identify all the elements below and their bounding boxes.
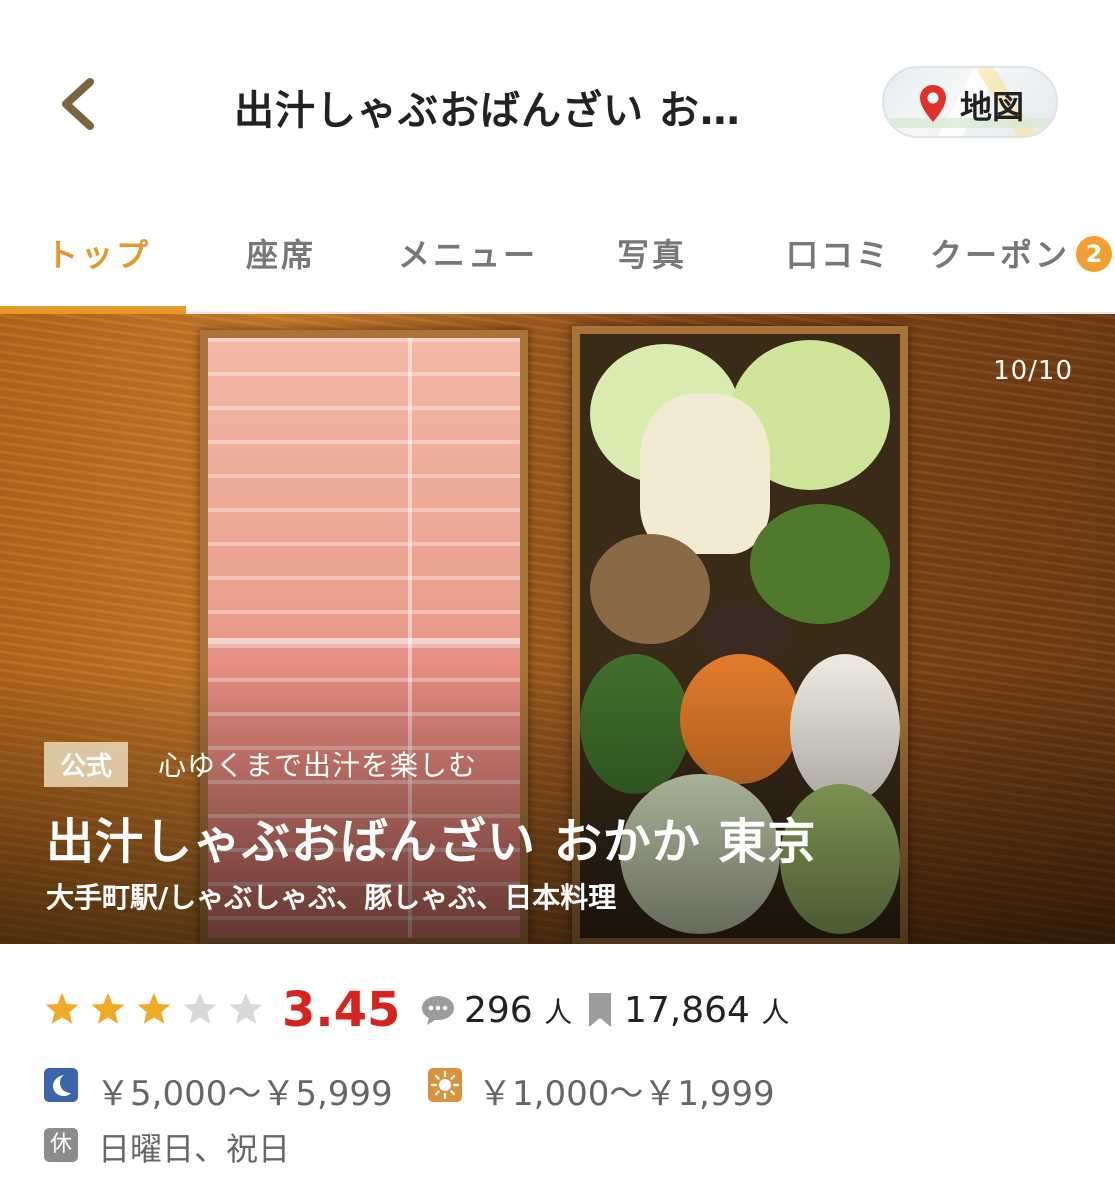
tab-coupons[interactable]: クーポン 2 (930, 230, 1113, 276)
tab-seats[interactable]: 座席 (246, 230, 316, 276)
star-empty-icon (229, 993, 263, 1024)
restaurant-name: 出汁しゃぶおばんざい おかか 東京 (46, 814, 817, 870)
lunch-price: ￥1,000～￥1,999 (478, 1074, 775, 1114)
tab-photos[interactable]: 写真 (617, 230, 687, 276)
tab-reviews[interactable]: 口コミ (786, 230, 891, 276)
star-empty-icon (183, 993, 217, 1024)
tab-bar: トップ 座席 メニュー 写真 口コミ クーポン 2 (0, 200, 1115, 314)
photo-counter: 10/10 (993, 356, 1073, 386)
active-tab-indicator (0, 306, 186, 314)
rating-row[interactable]: 3.45 296 人 17,864 人 (44, 982, 1084, 1042)
dinner-price: ￥5,000～￥5,999 (96, 1074, 393, 1114)
rating-score: 3.45 (282, 982, 401, 1038)
star-filled-icon (137, 993, 171, 1024)
bookmark-icon (589, 993, 611, 1027)
tab-menu[interactable]: メニュー (398, 230, 538, 276)
review-count-value: 296 (464, 990, 533, 1031)
comment-icon (422, 996, 454, 1025)
coupon-count-badge: 2 (1076, 236, 1113, 272)
closed-days: 日曜日、祝日 (98, 1130, 291, 1168)
chevron-left-icon (62, 78, 94, 130)
tab-top[interactable]: トップ (46, 230, 151, 276)
review-count-unit: 人 (544, 996, 573, 1029)
station-and-genre: 大手町駅/しゃぶしゃぶ、豚しゃぶ、日本料理 (46, 881, 617, 914)
page-title: 出汁しゃぶおばんざい お… (234, 88, 741, 134)
tab-coupons-label: クーポン (930, 236, 1071, 274)
back-button[interactable] (52, 72, 112, 136)
official-badge: 公式 (44, 742, 129, 787)
lunch-sun-icon (428, 1068, 462, 1102)
closed-icon: 休 (44, 1128, 78, 1162)
header: 出汁しゃぶおばんざい お… 地図 (0, 0, 1115, 200)
hero-photo[interactable]: 10/10 公式 心ゆくまで出汁を楽しむ 出汁しゃぶおばんざい おかか 東京 大… (0, 314, 1115, 944)
map-button[interactable]: 地図 (882, 66, 1058, 138)
save-count: 17,864 人 (624, 990, 789, 1031)
review-count: 296 人 (464, 990, 572, 1031)
map-pin-icon (920, 85, 946, 122)
price-row: ￥5,000～￥5,999 ￥1,000～￥1,999 (44, 1066, 1084, 1114)
star-filled-icon (91, 993, 125, 1024)
star-filled-icon (45, 993, 79, 1024)
dinner-moon-icon (44, 1068, 78, 1102)
catch-copy: 心ゆくまで出汁を楽しむ (158, 749, 478, 782)
map-label: 地図 (960, 88, 1025, 126)
save-count-unit: 人 (761, 996, 790, 1029)
save-count-value: 17,864 (624, 990, 750, 1031)
